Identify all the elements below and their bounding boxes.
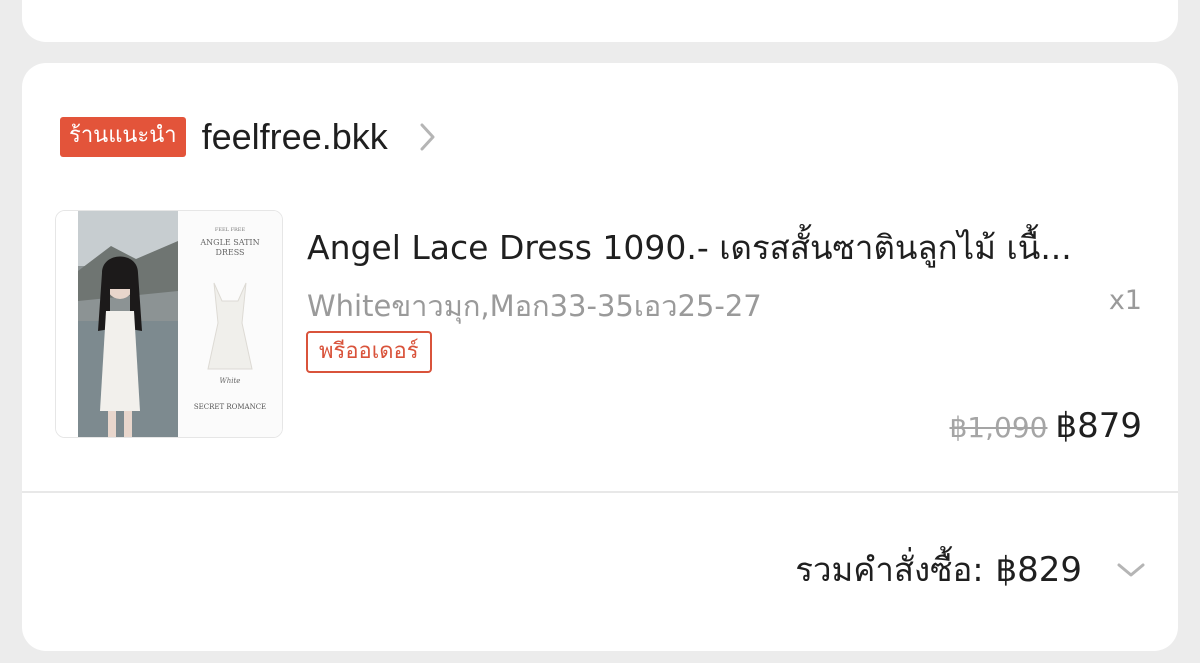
product-image[interactable]: FEEL FREE ANGLE SATIN DRESS White SECRET…	[55, 210, 283, 438]
divider	[22, 491, 1178, 493]
poster-brand: FEEL FREE	[215, 227, 246, 233]
poster-color: White	[220, 377, 241, 385]
previous-card	[22, 0, 1178, 42]
product-variant: Whiteขาวมุก,Mอก33-35เอว25-27	[307, 289, 762, 323]
order-total-value: ฿829	[995, 549, 1082, 590]
shop-name[interactable]: feelfree.bkk	[202, 116, 388, 158]
original-price: ฿1,090	[949, 411, 1048, 444]
poster-collection: SECRET ROMANCE	[194, 403, 266, 411]
product-quantity: x1	[1108, 285, 1142, 316]
poster-title-1: ANGLE SATIN	[199, 238, 259, 247]
sale-price: ฿879	[1055, 406, 1142, 446]
chevron-right-icon[interactable]	[418, 122, 438, 152]
order-total-label: รวมคำสั่งซื้อ:	[795, 550, 984, 589]
preorder-tag: พรีออเดอร์	[306, 331, 432, 373]
order-card: ร้านแนะนำ feelfree.bkk FEEL FREE ANGLE S…	[22, 63, 1178, 651]
order-total-toggle[interactable]: รวมคำสั่งซื้อ: ฿829	[795, 543, 1146, 596]
shop-header[interactable]: ร้านแนะนำ feelfree.bkk	[60, 116, 438, 158]
chevron-down-icon[interactable]	[1116, 560, 1146, 580]
price-row: ฿1,090 ฿879	[949, 406, 1142, 446]
recommended-shop-badge: ร้านแนะนำ	[60, 117, 186, 157]
poster-title-2: DRESS	[215, 248, 244, 257]
product-title[interactable]: Angel Lace Dress 1090.- เดรสสั้นซาตินลูก…	[307, 221, 1147, 274]
